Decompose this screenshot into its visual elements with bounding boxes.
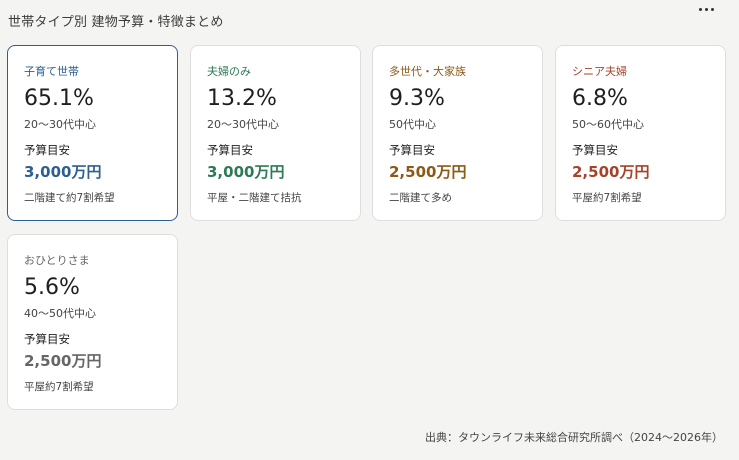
card-percent: 65.1% [24, 86, 94, 111]
household-card-single[interactable]: おひとりさま 5.6% 40〜50代中心 予算目安 2,500万円 平屋約7割希… [7, 234, 178, 410]
card-budget-label: 予算目安 [24, 143, 70, 157]
household-card-senior-couple[interactable]: シニア夫婦 6.8% 50〜60代中心 予算目安 2,500万円 平屋約7割希望 [555, 45, 726, 221]
card-label: 子育て世帯 [24, 65, 79, 78]
card-note: 二階建て多め [389, 192, 452, 204]
card-note: 平屋・二階建て拮抗 [207, 192, 302, 204]
card-age-range: 50代中心 [389, 118, 436, 131]
card-budget-label: 予算目安 [389, 143, 435, 157]
card-note: 二階建て約7割希望 [24, 192, 115, 204]
card-budget-value: 3,000万円 [207, 163, 285, 181]
card-label: おひとりさま [24, 254, 90, 267]
card-budget-label: 予算目安 [572, 143, 618, 157]
card-budget-value: 2,500万円 [24, 352, 102, 370]
card-age-range: 40〜50代中心 [24, 307, 96, 320]
card-percent: 13.2% [207, 86, 277, 111]
card-label: シニア夫婦 [572, 65, 627, 78]
household-card-couple-only[interactable]: 夫婦のみ 13.2% 20〜30代中心 予算目安 3,000万円 平屋・二階建て… [190, 45, 361, 221]
card-percent: 9.3% [389, 86, 445, 111]
page-title: 世帯タイプ別 建物予算・特徴まとめ [8, 15, 224, 30]
more-horizontal-icon-dot [704, 7, 708, 11]
card-note: 平屋約7割希望 [24, 381, 94, 393]
card-age-range: 20〜30代中心 [24, 118, 96, 131]
card-budget-label: 予算目安 [24, 332, 70, 346]
card-percent: 5.6% [24, 275, 80, 300]
source-note: 出典：タウンライフ未来総合研究所調べ（2024〜2026年） [425, 431, 723, 444]
card-age-range: 50〜60代中心 [572, 118, 644, 131]
household-card-child-rearing[interactable]: 子育て世帯 65.1% 20〜30代中心 予算目安 3,000万円 二階建て約7… [7, 45, 178, 221]
card-budget-label: 予算目安 [207, 143, 253, 157]
household-card-multi-generation[interactable]: 多世代・大家族 9.3% 50代中心 予算目安 2,500万円 二階建て多め [372, 45, 543, 221]
card-label: 多世代・大家族 [389, 65, 466, 78]
card-budget-value: 2,500万円 [389, 163, 467, 181]
more-options-button[interactable] [693, 2, 719, 16]
card-percent: 6.8% [572, 86, 628, 111]
card-budget-value: 3,000万円 [24, 163, 102, 181]
card-note: 平屋約7割希望 [572, 192, 642, 204]
more-horizontal-icon-dot [710, 7, 714, 11]
card-label: 夫婦のみ [207, 65, 251, 78]
more-horizontal-icon [698, 7, 702, 11]
card-budget-value: 2,500万円 [572, 163, 650, 181]
card-age-range: 20〜30代中心 [207, 118, 279, 131]
